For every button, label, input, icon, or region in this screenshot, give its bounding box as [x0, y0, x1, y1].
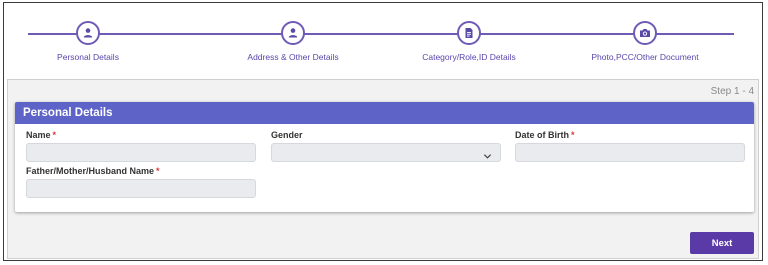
gender-select[interactable]	[271, 143, 501, 162]
personal-details-card: Personal Details Name * Gender Date of Bi…	[15, 102, 754, 212]
step-category-role-id[interactable]: Category/Role,ID Details	[369, 21, 569, 62]
step-circle	[457, 21, 481, 45]
document-icon	[465, 28, 473, 38]
name-input[interactable]	[26, 143, 256, 162]
step-personal-details[interactable]: Personal Details	[0, 21, 188, 62]
step-counter: Step 1 - 4	[710, 86, 754, 97]
required-mark: *	[156, 166, 160, 176]
step-circle	[281, 21, 305, 45]
name-field-group: Name *	[26, 130, 256, 162]
step-label: Address & Other Details	[247, 52, 339, 62]
dob-label-text: Date of Birth	[515, 130, 569, 140]
gender-label: Gender	[271, 130, 501, 140]
guardian-field-group: Father/Mother/Husband Name *	[26, 166, 256, 198]
dob-input[interactable]	[515, 143, 745, 162]
step-label: Personal Details	[57, 52, 119, 62]
step-circle	[76, 21, 100, 45]
step-circle	[633, 21, 657, 45]
gender-field-group: Gender	[271, 130, 501, 162]
step-address-details[interactable]: Address & Other Details	[193, 21, 393, 62]
name-label: Name *	[26, 130, 256, 140]
next-button[interactable]: Next	[690, 232, 754, 254]
required-mark: *	[571, 130, 575, 140]
guardian-label: Father/Mother/Husband Name *	[26, 166, 256, 176]
application-frame: Personal Details Address & Other Details	[3, 2, 763, 261]
form-panel: Step 1 - 4 Personal Details Name * Gender…	[7, 79, 759, 259]
guardian-label-text: Father/Mother/Husband Name	[26, 166, 155, 176]
card-title: Personal Details	[15, 102, 754, 124]
step-label: Photo,PCC/Other Document	[591, 52, 699, 62]
user-icon	[288, 28, 298, 38]
step-label: Category/Role,ID Details	[422, 52, 516, 62]
guardian-name-input[interactable]	[26, 179, 256, 198]
camera-icon	[640, 29, 650, 37]
progress-stepper: Personal Details Address & Other Details	[4, 3, 764, 75]
gender-label-text: Gender	[271, 130, 303, 140]
dob-label: Date of Birth *	[515, 130, 745, 140]
dob-field-group: Date of Birth *	[515, 130, 745, 162]
step-photo-pcc-document[interactable]: Photo,PCC/Other Document	[545, 21, 745, 62]
user-icon	[83, 28, 93, 38]
name-label-text: Name	[26, 130, 51, 140]
required-mark: *	[52, 130, 57, 140]
chevron-down-icon	[483, 148, 492, 159]
